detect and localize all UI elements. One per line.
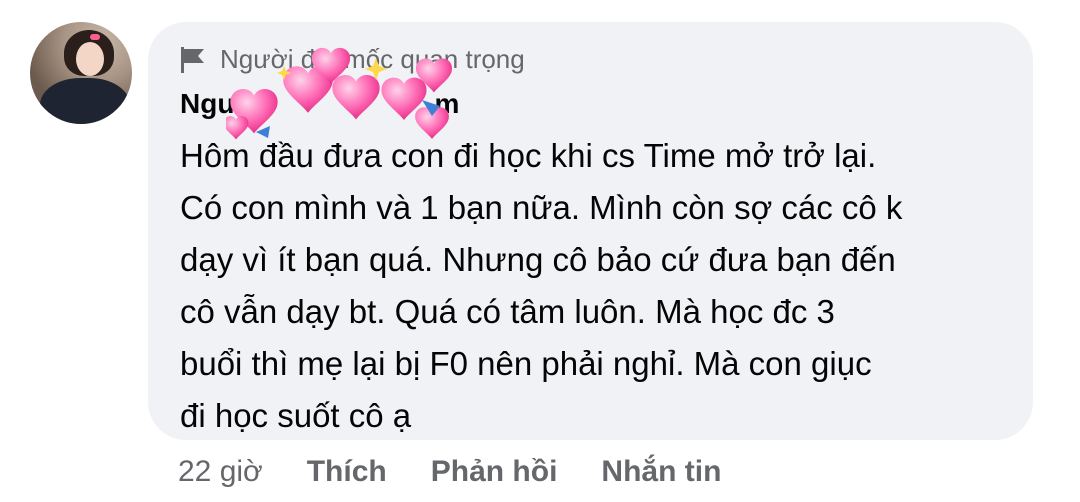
reply-button[interactable]: Phản hồi [431, 455, 558, 489]
heart-mark [332, 74, 380, 120]
like-button[interactable]: Thích [307, 455, 387, 489]
avatar-body [40, 78, 130, 124]
comment-actions: 22 giờ Thích Phản hồi Nhắn tin [178, 455, 765, 489]
comment-line: cô vẫn dạy bt. Quá có tâm luôn. Mà học đ… [180, 293, 835, 330]
comment-line: Hôm đầu đưa con đi học khi cs Time mở tr… [180, 137, 877, 174]
comment-line: dạy vì ít bạn quá. Nhưng cô bảo cứ đưa b… [180, 241, 896, 278]
commenter-avatar[interactable] [30, 22, 132, 124]
flag-icon [181, 46, 204, 73]
message-button[interactable]: Nhắn tin [601, 455, 721, 489]
hearts-sticker [226, 47, 453, 140]
comment-text: Hôm đầu đưa con đi học khi cs Time mở tr… [180, 130, 1020, 442]
comment-line: buổi thì mẹ lại bị F0 nên phải nghỉ. Mà … [180, 345, 872, 382]
avatar-hair-bow [90, 34, 100, 40]
comment-timestamp[interactable]: 22 giờ [178, 455, 263, 489]
comment-line: Có con mình và 1 bạn nữa. Mình còn sợ cá… [180, 189, 903, 226]
comment-line: đi học suốt cô ạ [180, 397, 412, 434]
avatar-face [76, 42, 104, 76]
